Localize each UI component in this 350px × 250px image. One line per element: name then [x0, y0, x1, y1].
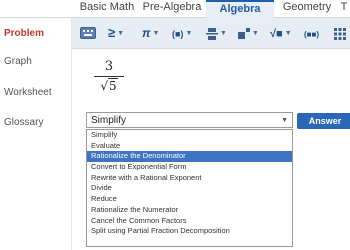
- radical-button[interactable]: √■ ▼: [270, 25, 292, 41]
- sidebar-item-glossary[interactable]: Glossary: [4, 117, 43, 128]
- grid-icon: [334, 27, 346, 40]
- operation-dropdown: Simplify Evaluate Rationalize the Denomi…: [86, 129, 293, 247]
- expression-radicand: 5: [108, 78, 118, 93]
- option-simplify[interactable]: Simplify: [87, 130, 292, 141]
- chevron-down-icon: ▼: [284, 29, 292, 37]
- answer-button[interactable]: Answer: [297, 113, 350, 129]
- inequality-button[interactable]: ≥ ▼: [108, 25, 124, 41]
- exponent-button[interactable]: ▼: [238, 25, 259, 41]
- tab-truncated[interactable]: T: [338, 0, 350, 17]
- matrix-icon: (■■): [304, 30, 319, 39]
- tab-basic-math[interactable]: Basic Math: [72, 0, 142, 17]
- grid-button[interactable]: [334, 25, 346, 41]
- option-rational-exponent[interactable]: Rewrite with a Rational Exponent: [87, 173, 292, 184]
- sidebar: Problem Graph Worksheet Glossary: [0, 18, 72, 250]
- math-toolbar: ≥ ▼ π ▼ (■) ▼ ▼ ▼ √■ ▼ (■■): [72, 18, 350, 49]
- fraction-icon: [206, 27, 218, 40]
- chevron-down-icon: ▼: [117, 29, 125, 37]
- matrix-button[interactable]: (■■): [304, 25, 319, 41]
- pi-icon: π: [142, 26, 151, 40]
- tab-algebra[interactable]: Algebra: [206, 0, 274, 19]
- expression-numerator: 3: [104, 59, 114, 74]
- fraction-bar: [94, 76, 124, 77]
- option-evaluate[interactable]: Evaluate: [87, 141, 292, 152]
- chevron-down-icon: ▼: [281, 117, 288, 124]
- operation-select-value: Simplify: [91, 115, 127, 126]
- expression-denominator: √5: [94, 78, 124, 94]
- greater-equal-icon: ≥: [108, 25, 116, 40]
- chevron-down-icon: ▼: [220, 29, 227, 37]
- chevron-down-icon: ▼: [152, 29, 160, 37]
- option-cancel-common-factors[interactable]: Cancel the Common Factors: [87, 216, 292, 227]
- parentheses-icon: (■): [172, 29, 184, 39]
- option-partial-fraction[interactable]: Split using Partial Fraction Decompositi…: [87, 226, 292, 237]
- math-expression[interactable]: 3 √5: [94, 60, 124, 94]
- keyboard-button[interactable]: [80, 25, 96, 41]
- chevron-down-icon: ▼: [252, 29, 259, 37]
- fraction-button[interactable]: ▼: [206, 25, 227, 41]
- keyboard-icon: [80, 27, 96, 39]
- option-rationalize-numerator[interactable]: Rationalize the Numerator: [87, 205, 292, 216]
- top-tab-bar: Basic Math Pre-Algebra Algebra Geometry …: [0, 0, 350, 19]
- option-reduce[interactable]: Reduce: [87, 194, 292, 205]
- operation-select[interactable]: Simplify ▼: [86, 112, 293, 128]
- option-divide[interactable]: Divide: [87, 183, 292, 194]
- sidebar-item-worksheet[interactable]: Worksheet: [4, 87, 52, 98]
- radical-sign: √: [100, 79, 108, 93]
- sqrt-icon: √■: [270, 28, 283, 40]
- sidebar-item-problem[interactable]: Problem: [4, 28, 44, 39]
- chevron-down-icon: ▼: [185, 29, 193, 37]
- sidebar-item-graph[interactable]: Graph: [4, 56, 32, 67]
- option-convert-exponential[interactable]: Convert to Exponential Form: [87, 162, 292, 173]
- tab-geometry[interactable]: Geometry: [278, 0, 336, 17]
- parentheses-button[interactable]: (■) ▼: [172, 25, 192, 41]
- exponent-icon: [238, 27, 250, 39]
- option-rationalize-denominator[interactable]: Rationalize the Denominator: [87, 151, 292, 163]
- constants-button[interactable]: π ▼: [142, 25, 159, 41]
- tab-pre-algebra[interactable]: Pre-Algebra: [142, 0, 202, 17]
